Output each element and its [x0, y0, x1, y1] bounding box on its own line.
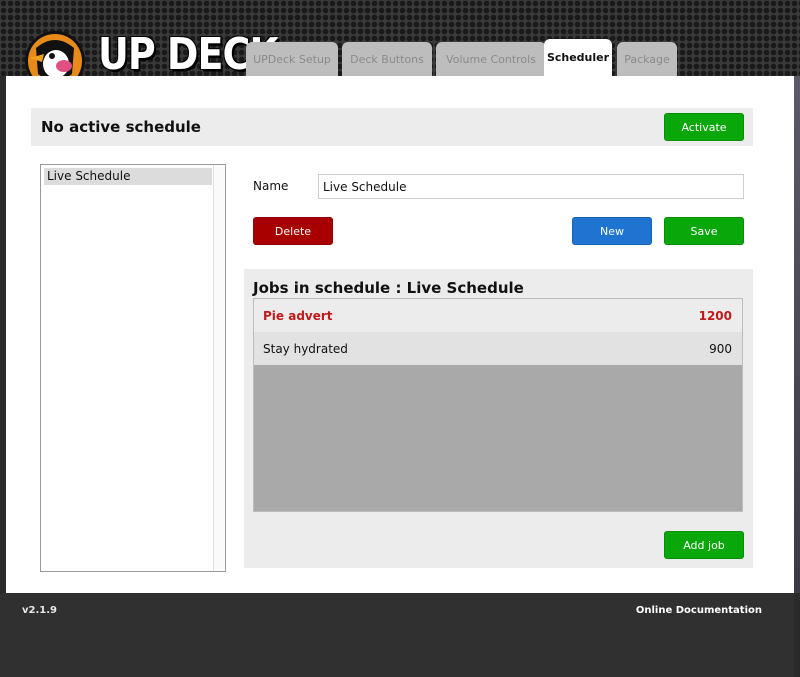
main-panel: No active schedule Activate Live Schedul… [6, 76, 794, 593]
jobs-table: Pie advert 1200 Stay hydrated 900 [253, 298, 743, 512]
tab-deck-buttons[interactable]: Deck Buttons [342, 42, 432, 76]
job-value: 1200 [698, 308, 732, 323]
job-value: 900 [709, 341, 732, 356]
tab-package[interactable]: Package [617, 42, 677, 76]
new-button[interactable]: New [572, 217, 652, 245]
tab-volume-controls[interactable]: Volume Controls [436, 42, 546, 76]
schedule-list[interactable]: Live Schedule [40, 164, 226, 572]
job-name: Stay hydrated [263, 341, 348, 356]
status-text: No active schedule [41, 118, 201, 136]
add-job-button[interactable]: Add job [664, 531, 744, 559]
schedule-name-input[interactable] [318, 174, 744, 199]
status-bar: No active schedule Activate [31, 108, 753, 146]
jobs-title: Jobs in schedule : Live Schedule [253, 279, 524, 297]
footer: v2.1.9 Online Documentation [0, 593, 794, 677]
job-row[interactable]: Pie advert 1200 [254, 299, 742, 332]
save-button[interactable]: Save [664, 217, 744, 245]
job-name: Pie advert [263, 308, 333, 323]
tab-scheduler[interactable]: Scheduler [544, 39, 612, 76]
tab-updeck-setup[interactable]: UPDeck Setup [246, 42, 338, 76]
name-label: Name [253, 179, 289, 193]
schedule-list-scrollbar[interactable] [213, 165, 225, 571]
window-edge [794, 76, 800, 593]
schedule-list-item[interactable]: Live Schedule [44, 168, 212, 185]
jobs-panel: Jobs in schedule : Live Schedule Pie adv… [244, 269, 753, 568]
job-row[interactable]: Stay hydrated 900 [254, 332, 742, 365]
online-documentation-link[interactable]: Online Documentation [636, 605, 762, 616]
version-label: v2.1.9 [22, 605, 57, 616]
delete-button[interactable]: Delete [253, 217, 333, 245]
activate-button[interactable]: Activate [664, 113, 744, 141]
